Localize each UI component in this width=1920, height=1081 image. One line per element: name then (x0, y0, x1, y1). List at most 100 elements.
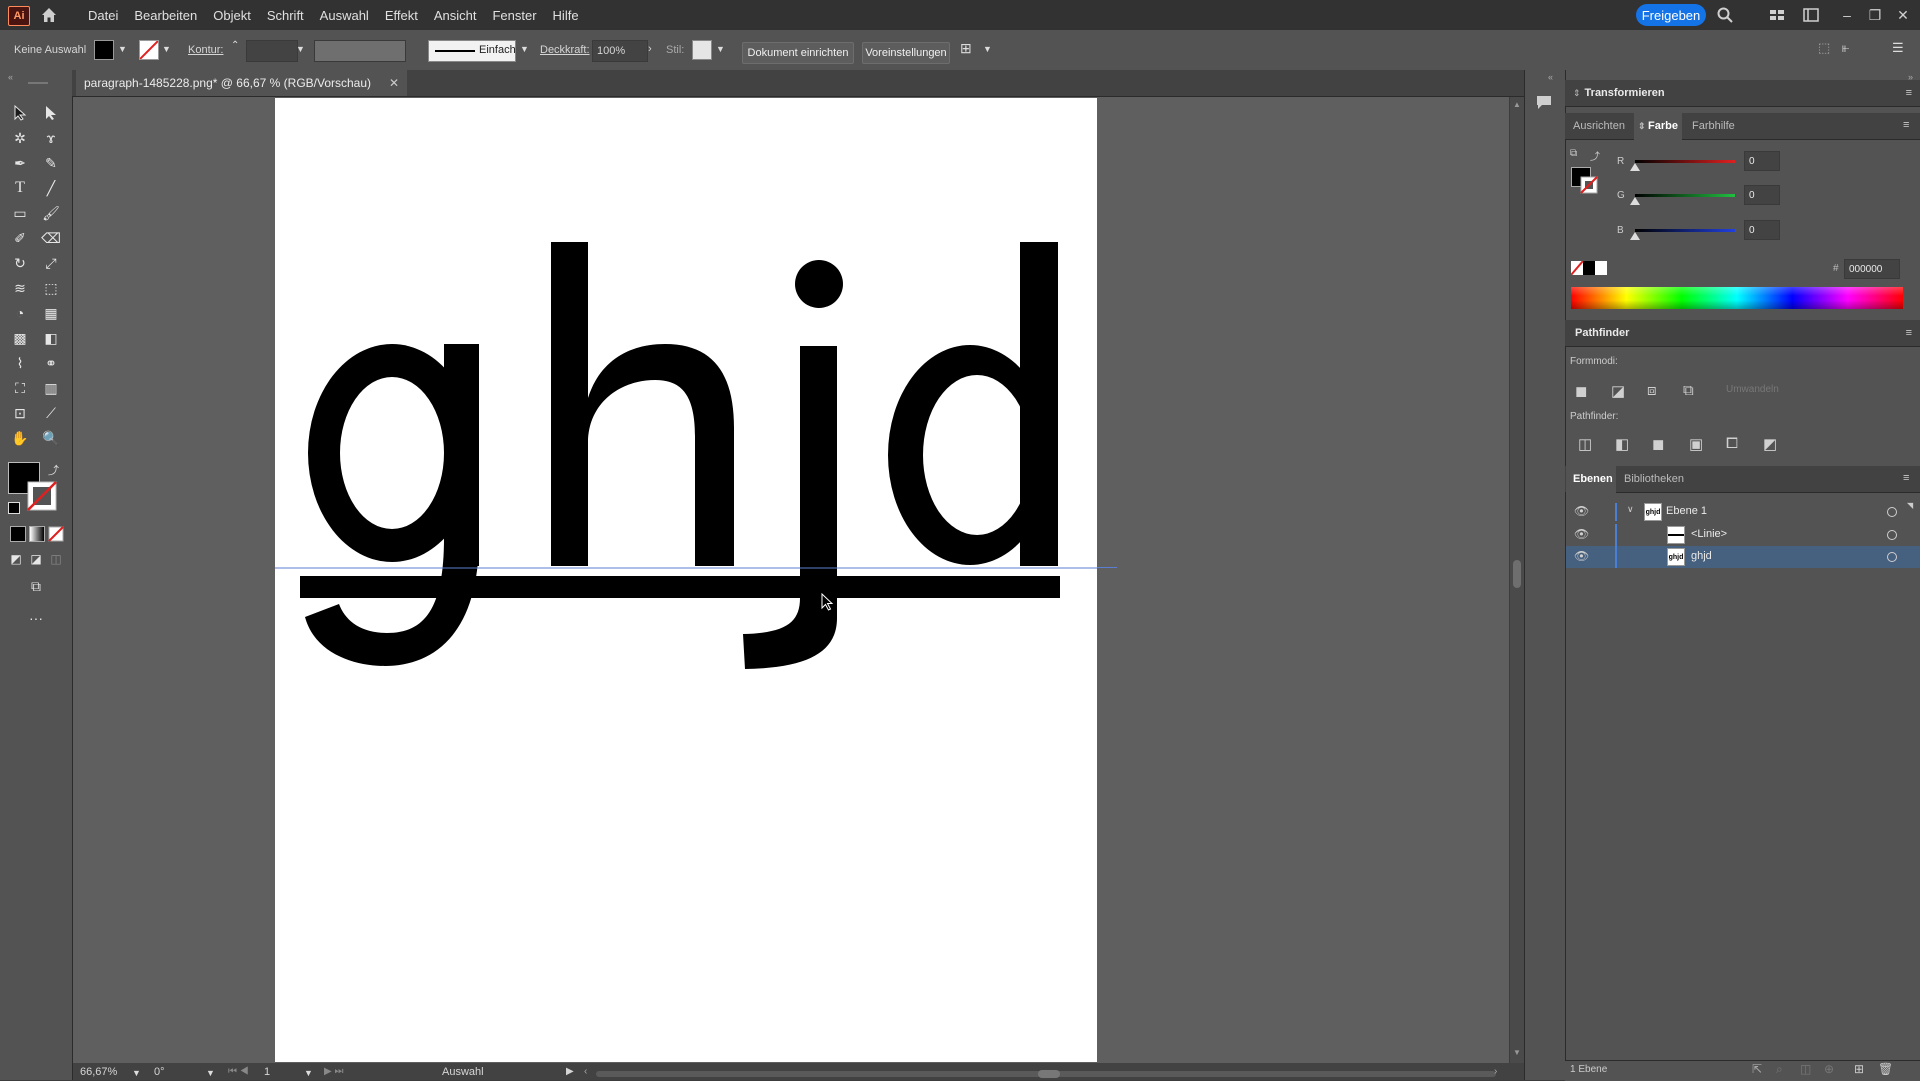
visibility-eye-icon[interactable]: 👁 (1574, 504, 1589, 518)
workspace-icon[interactable] (1802, 6, 1820, 24)
color-mode-icon[interactable] (10, 526, 26, 542)
panel-menu-icon[interactable]: ≡ (1903, 472, 1909, 484)
unite-icon[interactable]: ◼ (1575, 382, 1587, 400)
menu-item-fenster[interactable]: Fenster (492, 8, 536, 23)
intersect-icon[interactable]: ⧈ (1647, 382, 1657, 399)
draw-inside-icon[interactable]: ◫ (46, 549, 66, 569)
merge-icon[interactable]: ◼ (1652, 435, 1664, 453)
horizontal-scroll-thumb[interactable] (1038, 1070, 1060, 1078)
zoom-level[interactable]: 66,67% (80, 1066, 117, 1078)
hscroll-right-icon[interactable]: › (1494, 1066, 1497, 1077)
pathfinder-panel-header[interactable]: Pathfinder ≡ (1565, 320, 1920, 347)
artboard-tool-icon[interactable]: ⊡ (10, 403, 30, 423)
draw-behind-icon[interactable]: ◪ (26, 549, 46, 569)
document-tab[interactable]: paragraph-1485228.png* @ 66,67 % (RGB/Vo… (76, 70, 408, 96)
shaper-tool-icon[interactable]: ✐ (10, 228, 30, 248)
artboard-number[interactable]: 1 (264, 1066, 270, 1078)
arrange-documents-icon[interactable] (1768, 6, 1786, 24)
delete-layer-icon[interactable]: 🗑 (1878, 1062, 1893, 1076)
trim-icon[interactable]: ◧ (1615, 435, 1629, 453)
free-transform-tool-icon[interactable]: ⬚ (41, 278, 61, 298)
menu-item-ansicht[interactable]: Ansicht (434, 8, 477, 23)
none-mode-icon[interactable] (48, 526, 64, 542)
home-icon[interactable] (40, 6, 58, 24)
rectangle-tool-icon[interactable]: ▭ (10, 203, 30, 223)
comments-icon[interactable] (1535, 93, 1553, 111)
hex-value-field[interactable]: 000000 (1844, 259, 1900, 279)
red-slider[interactable] (1635, 160, 1735, 163)
quick-swatches[interactable] (1571, 261, 1607, 275)
rotate-tool-icon[interactable]: ↻ (10, 253, 30, 273)
default-colors-icon[interactable] (8, 502, 20, 514)
green-value[interactable]: 0 (1744, 185, 1780, 205)
layer-name[interactable]: <Linie> (1691, 528, 1727, 540)
menu-item-auswahl[interactable]: Auswahl (320, 8, 369, 23)
chevron-down-icon[interactable]: ▼ (118, 44, 127, 54)
screen-mode-icon[interactable]: ⧉ (26, 576, 46, 596)
gradient-tool-icon[interactable]: ◧ (41, 328, 61, 348)
panel-menu-icon[interactable]: ≡ (1903, 119, 1909, 131)
grip-icon[interactable] (28, 82, 48, 84)
collapse-dock-icon[interactable]: « (1548, 72, 1553, 82)
align-icon[interactable]: ⫦ (1842, 40, 1849, 56)
opacity-field[interactable]: 100% (592, 40, 648, 62)
restore-icon[interactable]: ❐ (1866, 6, 1884, 24)
collapse-icon[interactable]: « (8, 72, 13, 82)
visibility-eye-icon[interactable]: 👁 (1574, 549, 1589, 563)
mesh-tool-icon[interactable]: ▩ (10, 328, 30, 348)
scroll-up-icon[interactable]: ▲ (1513, 100, 1521, 109)
variable-width-field[interactable] (314, 40, 406, 62)
close-tab-icon[interactable]: ✕ (389, 76, 399, 90)
layer-row-linie[interactable]: 👁 <Linie> (1566, 524, 1920, 546)
target-icon[interactable] (1887, 552, 1897, 562)
preferences-button[interactable]: Voreinstellungen (862, 42, 950, 64)
vertical-scroll-thumb[interactable] (1513, 560, 1521, 588)
default-fill-stroke-icon[interactable]: ⧉ (1570, 148, 1577, 159)
hscroll-left-icon[interactable]: ‹ (584, 1066, 587, 1077)
panel-collapse-icon[interactable]: ⇕ (1573, 88, 1581, 99)
menu-item-effekt[interactable]: Effekt (385, 8, 418, 23)
scroll-down-icon[interactable]: ▼ (1513, 1048, 1521, 1057)
chevron-down-icon[interactable]: ▼ (132, 1068, 141, 1078)
close-window-icon[interactable]: ✕ (1894, 6, 1912, 24)
new-sublayer-icon[interactable]: ⊕ (1824, 1062, 1834, 1076)
chevron-down-icon[interactable]: ▼ (206, 1068, 215, 1078)
chevron-right-icon[interactable]: › (648, 43, 652, 55)
red-slider-thumb[interactable] (1630, 163, 1640, 171)
crop-icon[interactable]: ▣ (1689, 435, 1703, 453)
outline-icon[interactable]: ⧠ (1726, 435, 1738, 452)
type-tool-icon[interactable]: T (10, 178, 30, 198)
disclosure-chevron-icon[interactable]: ∨ (1627, 504, 1634, 515)
stroke-color-box[interactable] (26, 480, 58, 512)
draw-normal-icon[interactable]: ◩ (6, 549, 26, 569)
swap-colors-icon[interactable]: ⤴ (1590, 148, 1600, 163)
tab-farbhilfe[interactable]: Farbhilfe (1692, 120, 1735, 132)
layer-name[interactable]: ghjd (1691, 550, 1712, 562)
minus-front-icon[interactable]: ◪ (1611, 382, 1625, 400)
chevron-down-icon[interactable]: ▼ (983, 44, 992, 54)
new-layer-icon[interactable]: ⊞ (1854, 1062, 1864, 1076)
panel-menu-icon[interactable]: ≡ (1906, 327, 1912, 339)
expand-button[interactable]: Umwandeln (1726, 384, 1779, 395)
clipping-mask-icon[interactable]: ◫ (1800, 1062, 1811, 1076)
artboard-nav-prev-icon[interactable]: ⏮ ◀ (228, 1066, 249, 1077)
artboard-nav-next-icon[interactable]: ▶ ⏭ (324, 1066, 343, 1077)
exclude-icon[interactable]: ⧉ (1683, 382, 1694, 399)
export-icon[interactable]: ⇱ (1752, 1062, 1762, 1076)
blue-slider[interactable] (1635, 229, 1735, 232)
menu-item-objekt[interactable]: Objekt (213, 8, 251, 23)
minus-back-icon[interactable]: ◩ (1763, 435, 1777, 453)
pen-tool-icon[interactable]: ✒ (10, 153, 30, 173)
eraser-tool-icon[interactable]: ⌫ (41, 228, 61, 248)
menu-item-datei[interactable]: Datei (88, 8, 118, 23)
blue-slider-thumb[interactable] (1630, 232, 1640, 240)
chevron-down-icon[interactable]: ▼ (716, 44, 725, 54)
symbol-sprayer-tool-icon[interactable]: ⛶ (10, 378, 30, 398)
stroke-swatch[interactable] (139, 40, 159, 60)
transform-options-icon[interactable]: ⬚ (1818, 40, 1830, 56)
selection-tool-icon[interactable] (10, 103, 30, 123)
share-button[interactable]: Freigeben (1636, 4, 1706, 26)
target-icon[interactable] (1887, 507, 1897, 517)
blend-tool-icon[interactable]: ⚭ (41, 353, 61, 373)
tab-ausrichten[interactable]: Ausrichten (1573, 120, 1625, 132)
